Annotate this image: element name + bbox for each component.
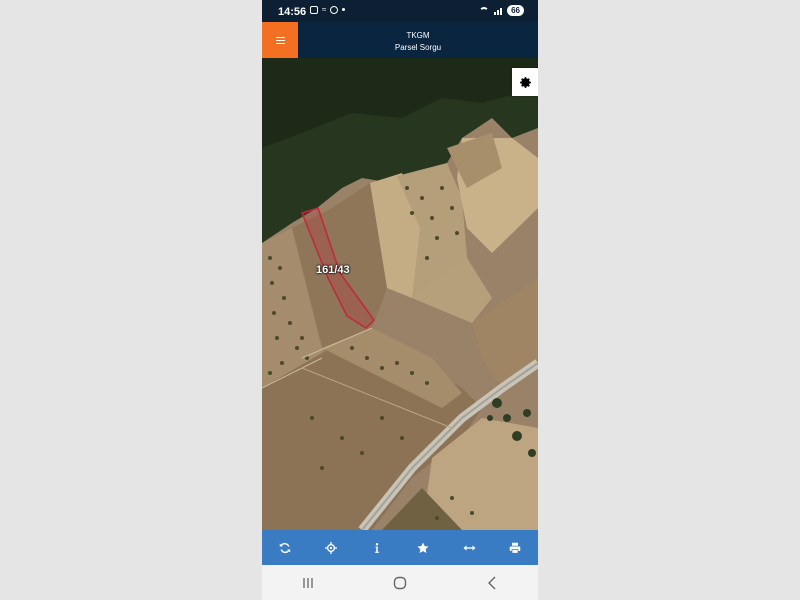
recent-apps-button[interactable]: [288, 568, 328, 598]
measure-icon: [463, 544, 475, 551]
print-button[interactable]: [500, 533, 530, 563]
hamburger-icon: [275, 36, 285, 45]
parcel-label[interactable]: 161/43: [316, 264, 350, 276]
dot-icon: [342, 8, 346, 11]
refresh-icon: [279, 542, 291, 553]
home-icon: [393, 576, 407, 589]
screenshot-icon: [310, 5, 318, 14]
print-icon: [509, 542, 521, 554]
recent-apps-icon: [303, 577, 313, 588]
map-settings-button[interactable]: [512, 68, 538, 96]
info-icon: [375, 542, 379, 553]
gear-icon: [519, 76, 531, 88]
messenger-icon: [330, 5, 339, 14]
favorite-button[interactable]: [408, 533, 438, 563]
back-button[interactable]: [472, 568, 512, 598]
app-title: TKGM: [406, 31, 430, 40]
header-titles: TKGM Parsel Sorgu: [298, 30, 538, 54]
locate-icon: [325, 541, 337, 554]
map-imagery: [262, 58, 538, 530]
app-header: TKGM Parsel Sorgu: [262, 22, 538, 58]
locate-button[interactable]: [316, 533, 346, 563]
notification-icons: ≈: [310, 5, 346, 14]
star-icon: [417, 542, 429, 553]
status-bar: 14:56 ≈ 66: [262, 0, 538, 22]
menu-button[interactable]: [262, 22, 298, 58]
measure-button[interactable]: [454, 533, 484, 563]
app-subtitle: Parsel Sorgu: [394, 43, 442, 52]
refresh-button[interactable]: [270, 533, 300, 563]
wifi-icon: [479, 6, 490, 15]
system-icons: 66: [479, 5, 524, 16]
bottom-toolbar: [262, 530, 538, 565]
status-time: 14:56: [278, 6, 307, 18]
signal-icon: [494, 7, 503, 15]
info-button[interactable]: [362, 533, 392, 563]
navigation-bar: [262, 565, 538, 600]
satellite-map[interactable]: 161/43: [262, 58, 538, 530]
home-button[interactable]: [380, 568, 420, 598]
back-icon: [488, 576, 496, 589]
cast-icon: ≈: [322, 5, 327, 14]
battery-icon: 66: [507, 5, 524, 16]
phone-screen: 14:56 ≈ 66 TKGM Parsel Sorgu 161/43: [262, 0, 538, 600]
